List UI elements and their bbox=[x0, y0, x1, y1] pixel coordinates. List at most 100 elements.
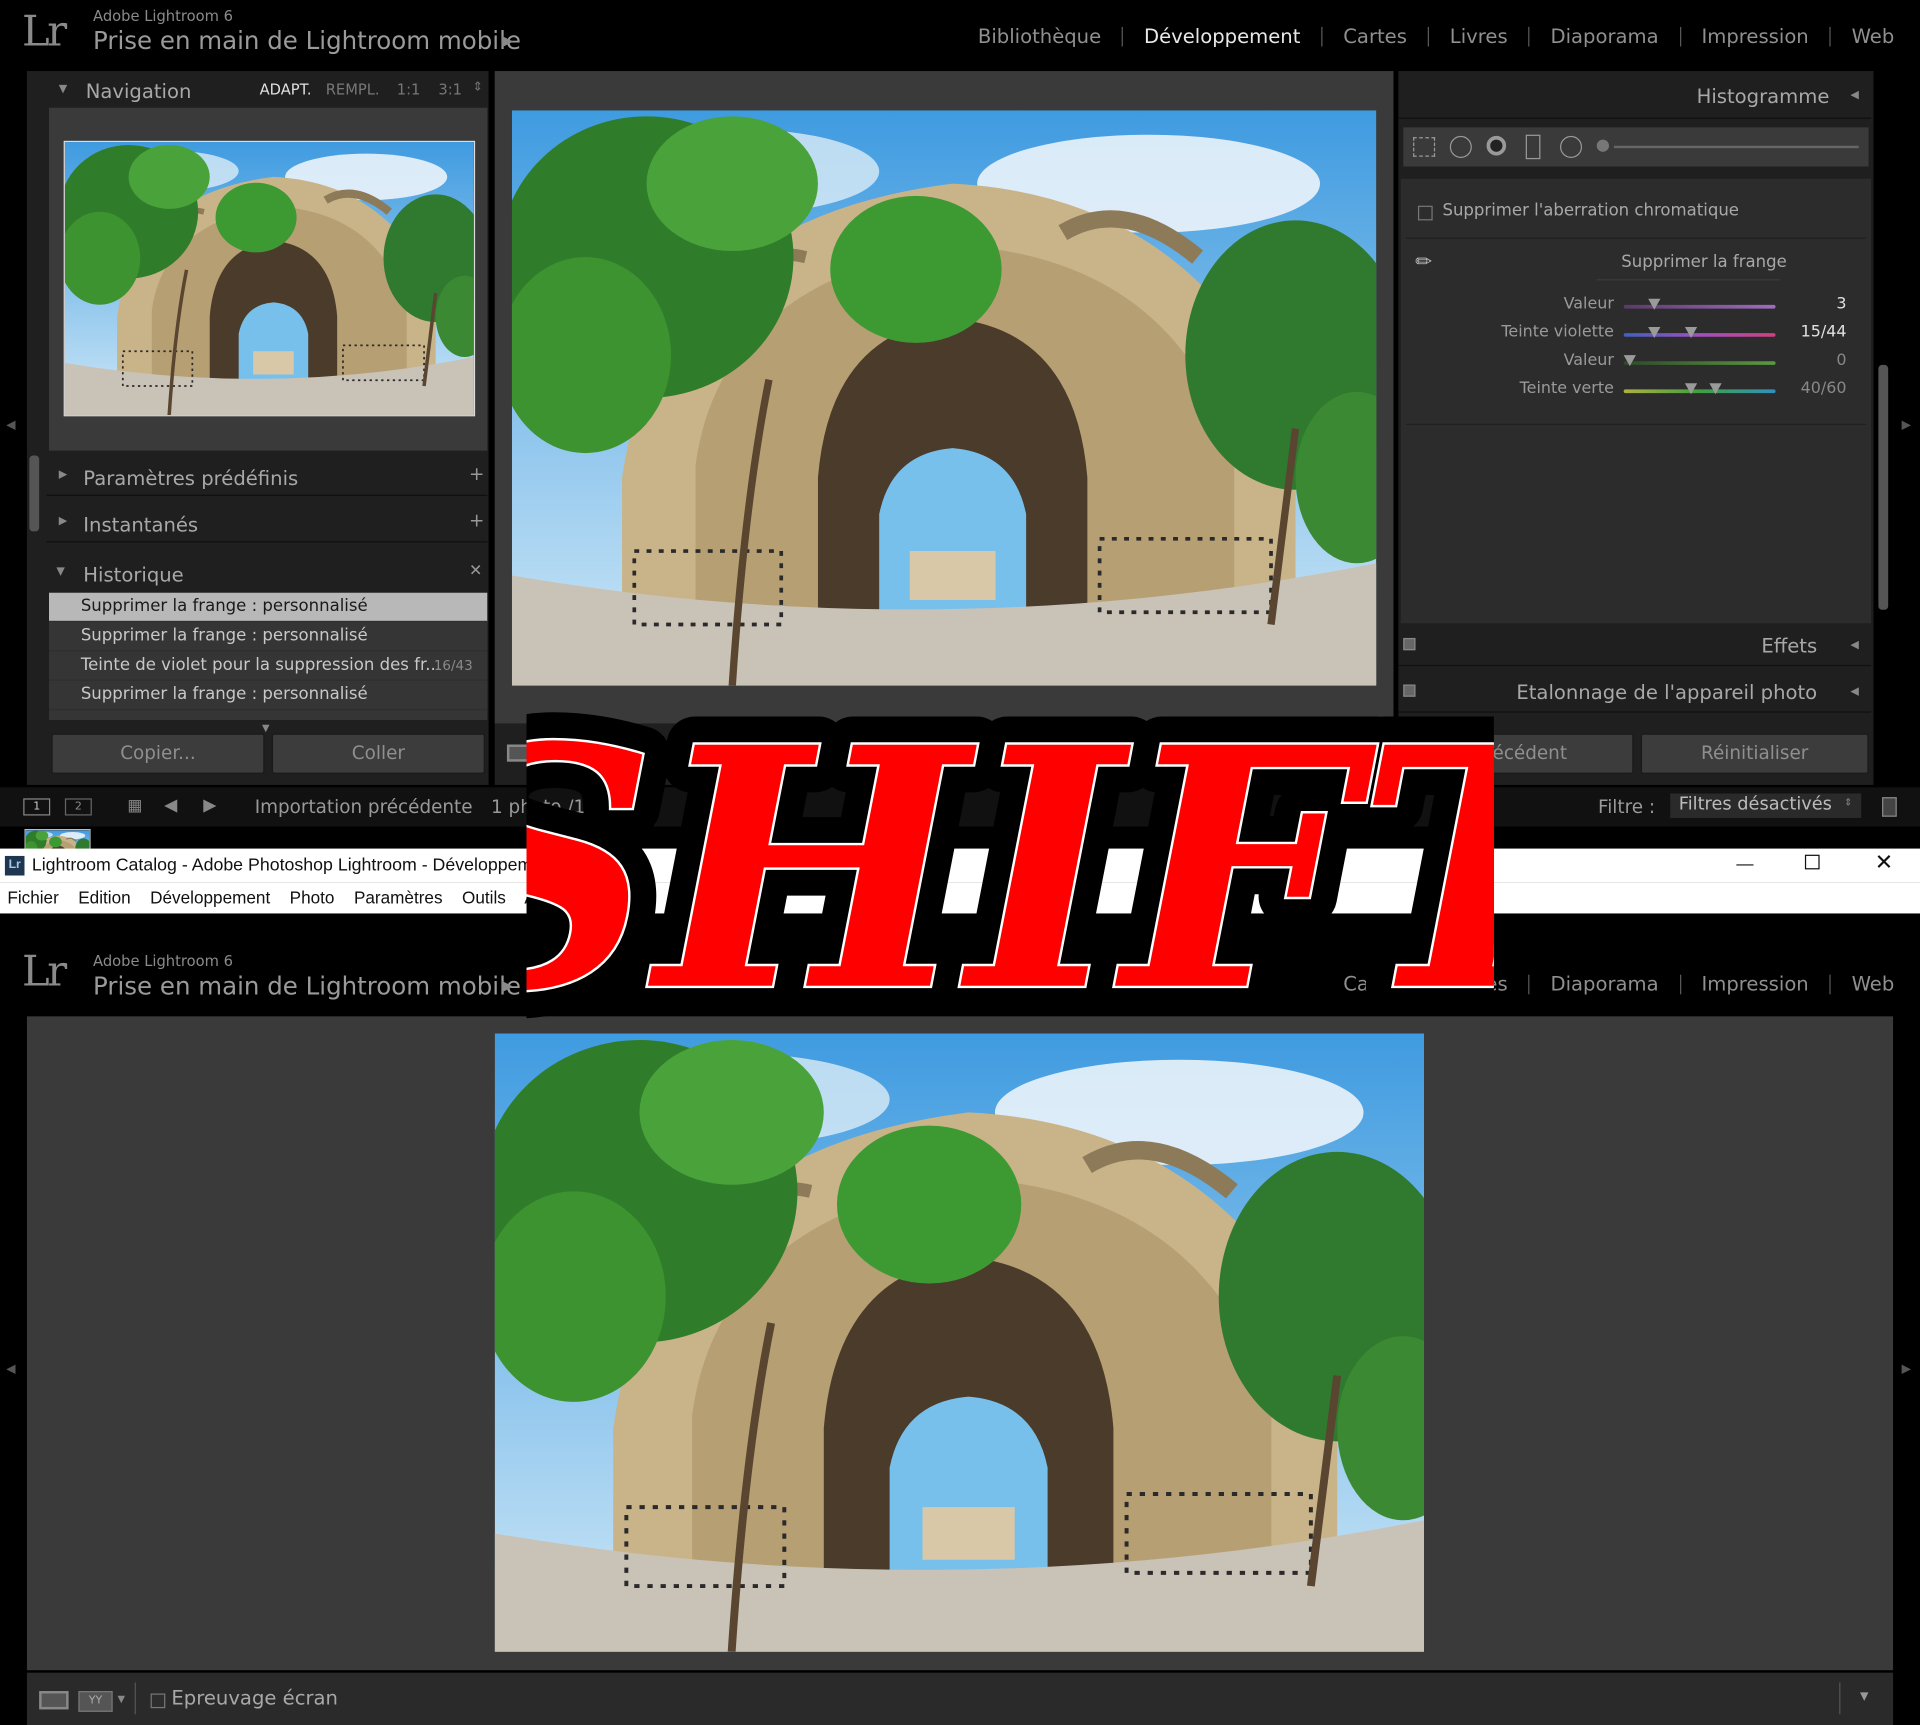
restore-icon[interactable] bbox=[1804, 854, 1820, 870]
zoom-1-1[interactable]: 1:1 bbox=[397, 81, 421, 98]
graduated-filter-icon[interactable] bbox=[1525, 134, 1541, 160]
module-livres[interactable]: Livres bbox=[1429, 24, 1528, 47]
navigator-preview[interactable] bbox=[63, 140, 476, 417]
slider-thumb[interactable] bbox=[1684, 383, 1698, 395]
module-web[interactable]: Web bbox=[1831, 972, 1917, 995]
zoom-3-1[interactable]: 3:1 bbox=[438, 81, 462, 98]
presets-add-icon[interactable]: + bbox=[469, 463, 484, 485]
green-amount-value[interactable]: 0 bbox=[1768, 351, 1846, 369]
filter-lock-icon[interactable] bbox=[1882, 797, 1897, 817]
histogram-header[interactable]: Histogramme ◀ bbox=[1398, 76, 1872, 119]
calibration-toggle[interactable] bbox=[1403, 684, 1416, 697]
left-panel-toggle-icon[interactable]: ◀ bbox=[6, 419, 15, 432]
catalog-menu-arrow-icon[interactable]: ▶ bbox=[502, 32, 513, 49]
history-item[interactable]: Teinte de violet pour la suppression des… bbox=[48, 651, 488, 681]
catalog-menu-arrow-icon[interactable]: ▶ bbox=[502, 977, 513, 994]
radial-filter-icon[interactable] bbox=[1560, 135, 1583, 158]
paste-button[interactable]: Coller bbox=[271, 733, 485, 774]
zoom-fill[interactable]: REMPL. bbox=[326, 81, 380, 98]
history-scroll-down-icon[interactable]: ▼ bbox=[262, 722, 270, 733]
reset-button[interactable]: Réinitialiser bbox=[1640, 733, 1869, 774]
snapshots-header[interactable]: ▶ Instantanés + bbox=[46, 504, 488, 543]
zoom-fit[interactable]: ADAPT. bbox=[260, 81, 312, 98]
navigator-header[interactable]: ▼ Navigation ADAPT. REMPL. 1:1 3:1 ⇕ bbox=[47, 76, 488, 108]
module-web[interactable]: Web bbox=[1831, 24, 1917, 47]
forward-arrow-icon[interactable]: ▶ bbox=[203, 796, 216, 816]
eyedropper-icon[interactable]: ✎ bbox=[1410, 247, 1438, 275]
snapshots-add-icon[interactable]: + bbox=[469, 509, 484, 531]
spot-removal-icon[interactable] bbox=[1449, 135, 1472, 158]
minimize-icon[interactable]: — bbox=[1736, 853, 1753, 873]
filmstrip-source[interactable]: Importation précédente bbox=[255, 796, 473, 818]
grid-view-icon[interactable]: ▦ bbox=[127, 797, 142, 815]
main-photo[interactable] bbox=[512, 110, 1376, 686]
slider-thumb[interactable] bbox=[1623, 355, 1636, 367]
softproof-checkbox[interactable] bbox=[150, 1693, 166, 1709]
main-photo[interactable] bbox=[495, 1033, 1424, 1651]
catalog-name[interactable]: Prise en main de Lightroom mobile bbox=[93, 26, 521, 55]
module-impression[interactable]: Impression bbox=[1681, 972, 1830, 995]
adjustment-brush-icon[interactable] bbox=[1596, 139, 1609, 152]
purple-amount-value[interactable]: 3 bbox=[1768, 295, 1846, 313]
right-panel-toggle-icon[interactable]: ▶ bbox=[1902, 1363, 1911, 1376]
loupe-view-icon[interactable] bbox=[39, 1691, 69, 1710]
before-after-menu-icon[interactable]: ▼ bbox=[118, 1693, 126, 1704]
purple-hue-value[interactable]: 15/44 bbox=[1768, 323, 1847, 341]
close-icon[interactable]: ✕ bbox=[1875, 850, 1893, 876]
presets-expand-icon[interactable]: ▶ bbox=[59, 469, 67, 481]
right-panel-toggle-icon[interactable]: ▶ bbox=[1902, 419, 1911, 432]
screen1-button[interactable]: 1 bbox=[23, 798, 51, 816]
tool-strip-slider[interactable] bbox=[1613, 145, 1859, 149]
history-header[interactable]: ▼ Historique ✕ bbox=[47, 555, 488, 592]
module-bibliotheque[interactable]: Bibliothèque bbox=[957, 24, 1122, 47]
crop-tool-icon[interactable] bbox=[1413, 137, 1436, 157]
module-diaporama[interactable]: Diaporama bbox=[1530, 24, 1680, 47]
slider-thumb[interactable] bbox=[1709, 383, 1722, 395]
copy-button[interactable]: Copier... bbox=[51, 733, 265, 774]
green-hue-slider[interactable] bbox=[1623, 383, 1776, 400]
module-developpement[interactable]: Développement bbox=[1123, 24, 1321, 47]
screen2-button[interactable]: 2 bbox=[64, 798, 92, 816]
effects-toggle[interactable] bbox=[1403, 637, 1416, 651]
menu-edition[interactable]: Edition bbox=[78, 888, 130, 908]
module-cartes[interactable]: Cartes bbox=[1322, 24, 1427, 47]
navigator-collapse-icon[interactable]: ▼ bbox=[59, 83, 67, 95]
before-after-icon[interactable]: YY bbox=[78, 1691, 113, 1712]
redeye-icon[interactable] bbox=[1486, 135, 1507, 156]
zoom-more-icon[interactable]: ⇕ bbox=[473, 81, 483, 94]
fullscreen-canvas bbox=[26, 1016, 1894, 1671]
left-scrollbar[interactable] bbox=[29, 455, 40, 532]
slider-thumb[interactable] bbox=[1648, 326, 1661, 338]
histogram-expand-icon[interactable]: ◀ bbox=[1850, 89, 1858, 101]
green-hue-value[interactable]: 40/60 bbox=[1768, 380, 1847, 398]
history-item[interactable]: Supprimer la frange : personnalisé bbox=[48, 680, 488, 711]
history-item[interactable]: Supprimer la frange : personnalisé bbox=[48, 622, 488, 652]
menu-fichier[interactable]: Fichier bbox=[7, 888, 58, 908]
menu-photo[interactable]: Photo bbox=[290, 888, 335, 908]
module-impression[interactable]: Impression bbox=[1681, 24, 1830, 47]
calibration-expand-icon[interactable]: ◀ bbox=[1850, 686, 1858, 698]
history-clear-icon[interactable]: ✕ bbox=[469, 562, 482, 580]
purple-hue-slider[interactable] bbox=[1623, 326, 1776, 344]
green-amount-slider[interactable] bbox=[1623, 355, 1776, 372]
toolbar-menu-arrow-icon[interactable]: ▼ bbox=[1860, 1691, 1868, 1703]
menu-parametres[interactable]: Paramètres bbox=[354, 888, 443, 908]
menu-outils[interactable]: Outils bbox=[462, 888, 506, 908]
history-item[interactable]: Supprimer la frange : personnalisé bbox=[48, 592, 488, 623]
slider-thumb[interactable] bbox=[1684, 326, 1698, 338]
module-diaporama[interactable]: Diaporama bbox=[1530, 972, 1680, 995]
presets-header[interactable]: ▶ Paramètres prédéfinis + bbox=[46, 458, 488, 496]
purple-amount-slider[interactable] bbox=[1623, 298, 1776, 316]
effects-header[interactable]: Effets ◀ bbox=[1398, 628, 1872, 667]
filter-dropdown[interactable]: Filtres désactivés ⇕ bbox=[1670, 793, 1862, 818]
back-arrow-icon[interactable]: ◀ bbox=[164, 796, 177, 816]
history-collapse-icon[interactable]: ▼ bbox=[56, 566, 64, 578]
slider-thumb[interactable] bbox=[1648, 298, 1661, 310]
left-panel-toggle-icon[interactable]: ◀ bbox=[6, 1363, 15, 1376]
catalog-name[interactable]: Prise en main de Lightroom mobile bbox=[93, 971, 521, 1000]
snapshots-expand-icon[interactable]: ▶ bbox=[59, 516, 67, 528]
menu-developpement[interactable]: Développement bbox=[150, 888, 270, 908]
right-scrollbar[interactable] bbox=[1878, 364, 1889, 610]
effects-expand-icon[interactable]: ◀ bbox=[1850, 639, 1858, 651]
remove-ca-checkbox[interactable] bbox=[1417, 205, 1433, 221]
